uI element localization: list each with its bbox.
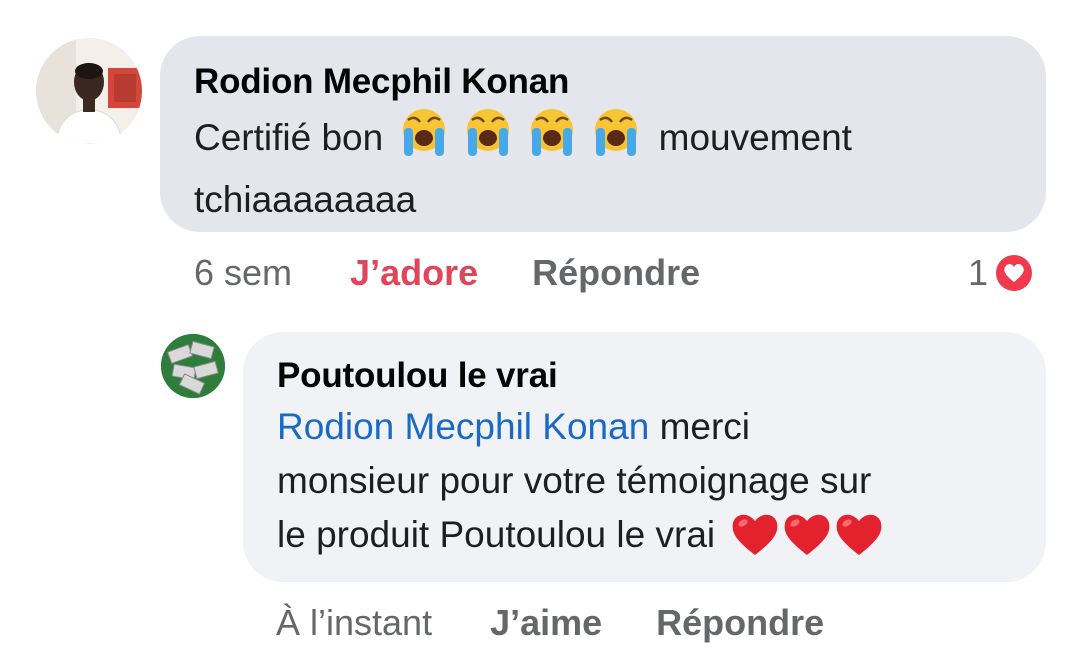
- reaction-count: 1: [968, 252, 989, 293]
- reaction-summary[interactable]: 1: [968, 250, 1036, 296]
- comment-text-part: Certifié bon: [194, 117, 384, 158]
- avatar[interactable]: [36, 38, 142, 144]
- reply-button[interactable]: Répondre: [532, 252, 700, 294]
- red-heart-icon: [837, 514, 882, 555]
- reply-button[interactable]: Répondre: [656, 602, 824, 644]
- comment-actions: 6 sem J’adore Répondre: [194, 250, 754, 296]
- comment-text-part: monsieur pour votre témoignage sur: [277, 460, 872, 501]
- comment-text-part: tchiaaaaaaaa: [194, 179, 417, 220]
- comment-actions: À l’instant J’aime Répondre: [276, 600, 878, 646]
- red-heart-icon: [785, 514, 830, 555]
- comment-author[interactable]: Rodion Mecphil Konan: [194, 60, 1012, 104]
- comment-text-part: le produit Poutoulou le vrai: [277, 514, 716, 555]
- comment-thread: Rodion Mecphil Konan Certifié bon mouvem…: [0, 0, 1080, 672]
- comment-text-part: merci: [659, 406, 751, 447]
- emoji-group: [729, 509, 885, 572]
- loudly-crying-face-icon: [595, 109, 638, 156]
- emoji-group: [398, 106, 645, 173]
- like-button[interactable]: J’aime: [490, 602, 602, 644]
- comment-bubble: Rodion Mecphil Konan Certifié bon mouvem…: [160, 36, 1046, 232]
- reply-bubble: Poutoulou le vrai Rodion Mecphil Konan m…: [243, 332, 1046, 582]
- comment-text-part: mouvement: [658, 117, 852, 158]
- heart-reaction-icon: [993, 252, 1036, 294]
- comment-text: Rodion Mecphil Konan merci monsieur pour…: [277, 400, 1012, 572]
- comment-text: Certifié bon mouvement tchiaaaaaaaa: [194, 106, 1012, 227]
- profile-photo: [161, 334, 225, 398]
- mention-link[interactable]: Rodion Mecphil Konan: [277, 406, 649, 447]
- react-button[interactable]: J’adore: [350, 252, 478, 294]
- profile-photo: [36, 38, 142, 144]
- loudly-crying-face-icon: [466, 109, 509, 156]
- loudly-crying-face-icon: [531, 109, 574, 156]
- avatar[interactable]: [161, 334, 225, 398]
- comment-timestamp[interactable]: 6 sem: [194, 252, 292, 294]
- comment-author[interactable]: Poutoulou le vrai: [277, 354, 1012, 398]
- comment-timestamp[interactable]: À l’instant: [276, 602, 432, 644]
- loudly-crying-face-icon: [402, 109, 445, 156]
- red-heart-icon: [733, 514, 778, 555]
